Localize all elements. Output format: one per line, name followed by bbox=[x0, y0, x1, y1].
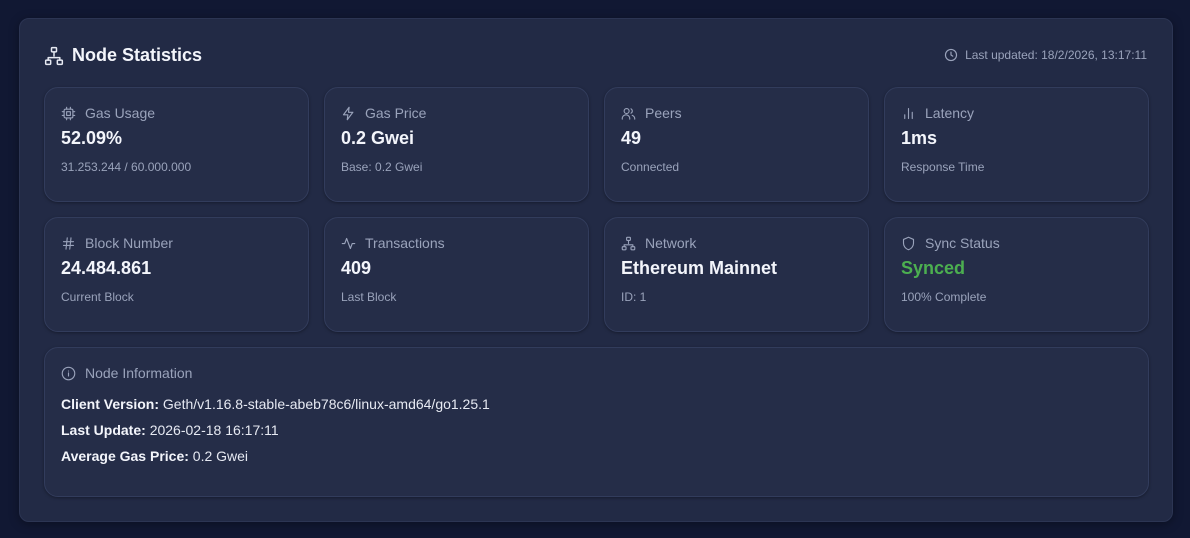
average-gas-price-value: 0.2 Gwei bbox=[192, 448, 249, 464]
card-transactions: Transactions 409 Last Block bbox=[324, 217, 589, 332]
card-subtext: 31.253.244 / 60.000.000 bbox=[61, 160, 192, 174]
card-sync-status: Sync Status Synced 100% Complete bbox=[884, 217, 1149, 332]
card-label: Block Number bbox=[85, 235, 173, 251]
card-network: Network Ethereum Mainnet ID: 1 bbox=[604, 217, 869, 332]
info-icon bbox=[61, 366, 76, 381]
average-gas-price-label: Average Gas Price: bbox=[61, 448, 193, 464]
hash-icon bbox=[61, 236, 76, 251]
card-peers: Peers 49 Connected bbox=[604, 87, 869, 202]
last-update-label: Last Update: bbox=[61, 422, 150, 438]
lightning-icon bbox=[341, 106, 356, 121]
card-label: Peers bbox=[645, 105, 682, 121]
last-update-value: 2026-02-18 16:17:11 bbox=[149, 422, 279, 438]
average-gas-price-row: Average Gas Price: 0.2 Gwei bbox=[61, 448, 248, 464]
node-information-card: Node Information Client Version: Geth/v1… bbox=[44, 347, 1149, 497]
client-version-row: Client Version: Geth/v1.16.8-stable-abeb… bbox=[61, 396, 490, 412]
client-version-label: Client Version: bbox=[61, 396, 163, 412]
panel-header: Node Statistics bbox=[44, 45, 202, 66]
last-update-row: Last Update: 2026-02-18 16:17:11 bbox=[61, 422, 279, 438]
network-icon bbox=[44, 46, 64, 66]
card-label: Latency bbox=[925, 105, 975, 121]
card-gas-price: Gas Price 0.2 Gwei Base: 0.2 Gwei bbox=[324, 87, 589, 202]
card-label: Network bbox=[645, 235, 697, 251]
sync-status-value: Synced bbox=[901, 258, 966, 278]
card-value: 409 bbox=[341, 258, 372, 278]
card-value: 49 bbox=[621, 128, 642, 148]
node-statistics-panel: Node Statistics Last updated: 18/2/2026,… bbox=[19, 18, 1173, 522]
last-updated: Last updated: 18/2/2026, 13:17:11 bbox=[944, 48, 1147, 62]
activity-icon bbox=[341, 236, 356, 251]
card-subtext: Connected bbox=[621, 160, 680, 174]
card-subtext: Current Block bbox=[61, 290, 134, 304]
last-updated-text: Last updated: 18/2/2026, 13:17:11 bbox=[965, 48, 1147, 62]
card-subtext: Last Block bbox=[341, 290, 397, 304]
card-label: Gas Price bbox=[365, 105, 427, 121]
card-value: 24.484.861 bbox=[61, 258, 152, 278]
users-icon bbox=[621, 106, 636, 121]
card-subtext: ID: 1 bbox=[621, 290, 647, 304]
page-title: Node Statistics bbox=[72, 45, 203, 65]
card-subtext: 100% Complete bbox=[901, 290, 987, 304]
clock-icon bbox=[944, 48, 958, 62]
card-subtext: Base: 0.2 Gwei bbox=[341, 160, 423, 174]
card-label: Sync Status bbox=[925, 235, 1000, 251]
card-value: 52.09% bbox=[61, 128, 123, 148]
card-label: Gas Usage bbox=[85, 105, 156, 121]
network-icon bbox=[621, 236, 636, 251]
card-block-number: Block Number 24.484.861 Current Block bbox=[44, 217, 309, 332]
cpu-icon bbox=[61, 106, 76, 121]
card-value: Ethereum Mainnet bbox=[621, 258, 778, 278]
card-latency: Latency 1ms Response Time bbox=[884, 87, 1149, 202]
card-value: 0.2 Gwei bbox=[341, 128, 415, 148]
node-info-title: Node Information bbox=[85, 365, 193, 381]
card-value: 1ms bbox=[901, 128, 938, 148]
card-label: Transactions bbox=[365, 235, 445, 251]
client-version-value: Geth/v1.16.8-stable-abeb78c6/linux-amd64… bbox=[162, 396, 490, 412]
card-gas-usage: Gas Usage 52.09% 31.253.244 / 60.000.000 bbox=[44, 87, 309, 202]
shield-icon bbox=[901, 236, 916, 251]
card-subtext: Response Time bbox=[901, 160, 985, 174]
bar-chart-icon bbox=[901, 106, 916, 121]
